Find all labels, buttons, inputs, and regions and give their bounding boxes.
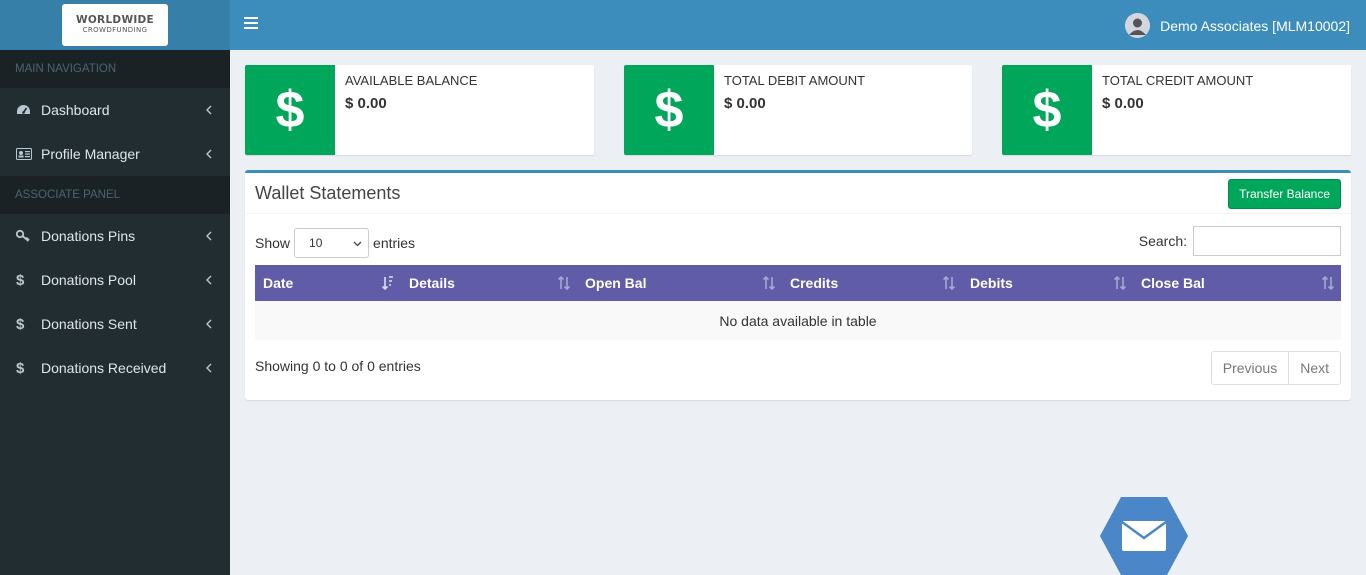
wallet-table: Date Details Open Bal Credits Debits Clo… (255, 265, 1341, 340)
chevron-left-icon (203, 319, 215, 329)
chevron-left-icon (203, 363, 215, 373)
sidebar-item-profile-manager[interactable]: Profile Manager (0, 132, 230, 176)
dashboard-icon (16, 104, 41, 116)
sort-icon (1114, 276, 1126, 290)
logo-area: WORLDWIDE CROWDFUNDING (0, 0, 230, 50)
entries-select[interactable]: 10 (294, 228, 370, 258)
table-header-row: Date Details Open Bal Credits Debits Clo… (255, 265, 1341, 301)
id-card-icon (16, 148, 41, 160)
nav-header-associate: ASSOCIATE PANEL (0, 176, 230, 214)
sidebar-item-label: Profile Manager (41, 146, 140, 162)
transfer-balance-button[interactable]: Transfer Balance (1228, 179, 1341, 209)
sidebar-item-label: Donations Received (41, 360, 167, 376)
sidebar: WORLDWIDE CROWDFUNDING MAIN NAVIGATION D… (0, 0, 230, 575)
chevron-down-icon (353, 236, 362, 250)
chevron-left-icon (203, 149, 215, 159)
dollar-icon: $ (245, 65, 335, 155)
info-box-value: $ 0.00 (1102, 95, 1144, 112)
table-row: No data available in table (255, 301, 1341, 340)
sidebar-item-donations-sent[interactable]: $ Donations Sent (0, 302, 230, 346)
sidebar-item-donations-pool[interactable]: $ Donations Pool (0, 258, 230, 302)
column-header-date[interactable]: Date (255, 265, 401, 301)
entries-label: entries (373, 235, 416, 251)
column-label: Debits (970, 275, 1013, 291)
empty-table-message: No data available in table (255, 301, 1341, 340)
column-label: Date (263, 275, 294, 291)
info-box-value: $ 0.00 (724, 95, 766, 112)
mail-icon (1100, 497, 1188, 575)
user-name: Demo Associates [MLM10002] (1160, 17, 1350, 34)
nav-header-main: MAIN NAVIGATION (0, 50, 230, 88)
brand-line1: WORLDWIDE (75, 14, 155, 26)
sort-icon (943, 276, 955, 290)
info-box-label: AVAILABLE BALANCE (345, 73, 478, 88)
column-header-credits[interactable]: Credits (782, 265, 962, 301)
sort-icon (1322, 276, 1334, 290)
search-label: Search: (1138, 233, 1187, 249)
pagination: Previous Next (1210, 351, 1341, 385)
sidebar-item-dashboard[interactable]: Dashboard (0, 88, 230, 132)
info-box-available-balance: $ AVAILABLE BALANCE $ 0.00 (245, 65, 594, 155)
column-label: Credits (790, 275, 839, 291)
chevron-left-icon (203, 275, 215, 285)
dollar-icon: $ (16, 359, 25, 377)
next-page-button[interactable]: Next (1288, 352, 1340, 384)
column-header-close-bal[interactable]: Close Bal (1133, 265, 1341, 301)
top-navbar: Demo Associates [MLM10002] (230, 0, 1366, 50)
sort-icon (763, 276, 775, 290)
user-menu[interactable]: Demo Associates [MLM10002] (1125, 13, 1350, 38)
brand-logo[interactable]: WORLDWIDE CROWDFUNDING (62, 4, 168, 46)
sidebar-item-label: Donations Pool (41, 272, 136, 288)
sidebar-item-label: Dashboard (41, 102, 110, 118)
dollar-icon: $ (16, 271, 25, 289)
column-header-debits[interactable]: Debits (962, 265, 1133, 301)
dollar-icon: $ (1002, 65, 1092, 155)
brand-line2: CROWDFUNDING (82, 26, 148, 34)
contact-mail-button[interactable] (1099, 496, 1189, 575)
table-info: Showing 0 to 0 of 0 entries (255, 358, 421, 374)
column-header-details[interactable]: Details (401, 265, 577, 301)
previous-page-button[interactable]: Previous (1211, 352, 1289, 384)
chevron-left-icon (203, 105, 215, 115)
sidebar-item-donations-received[interactable]: $ Donations Received (0, 346, 230, 390)
column-label: Details (409, 275, 455, 291)
column-label: Close Bal (1141, 275, 1205, 291)
box-title: Wallet Statements (255, 183, 401, 203)
column-label: Open Bal (585, 275, 647, 291)
box-header: Wallet Statements Transfer Balance (245, 173, 1351, 214)
search-input[interactable] (1193, 226, 1341, 256)
avatar (1125, 13, 1151, 38)
sidebar-item-label: Donations Sent (41, 316, 137, 332)
key-icon (16, 230, 41, 242)
entries-length-control: Show 10 entries (255, 228, 415, 258)
table-search: Search: (1139, 226, 1341, 256)
info-box-value: $ 0.00 (345, 95, 387, 112)
show-label: Show (255, 235, 291, 251)
info-box-label: TOTAL CREDIT AMOUNT (1102, 73, 1254, 88)
sort-icon (558, 276, 570, 290)
info-box-label: TOTAL DEBIT AMOUNT (724, 73, 866, 88)
wallet-statements-box: Wallet Statements Transfer Balance Show … (245, 170, 1351, 400)
menu-toggle-icon[interactable] (244, 17, 258, 31)
info-box-total-credit: $ TOTAL CREDIT AMOUNT $ 0.00 (1002, 65, 1351, 155)
chevron-left-icon (203, 231, 215, 241)
dollar-icon: $ (624, 65, 714, 155)
sort-desc-icon (382, 276, 393, 290)
column-header-open-bal[interactable]: Open Bal (577, 265, 782, 301)
dollar-icon: $ (16, 315, 25, 333)
entries-select-value: 10 (309, 236, 323, 250)
sidebar-item-label: Donations Pins (41, 228, 136, 244)
sidebar-item-donations-pins[interactable]: Donations Pins (0, 214, 230, 258)
info-box-total-debit: $ TOTAL DEBIT AMOUNT $ 0.00 (624, 65, 972, 155)
